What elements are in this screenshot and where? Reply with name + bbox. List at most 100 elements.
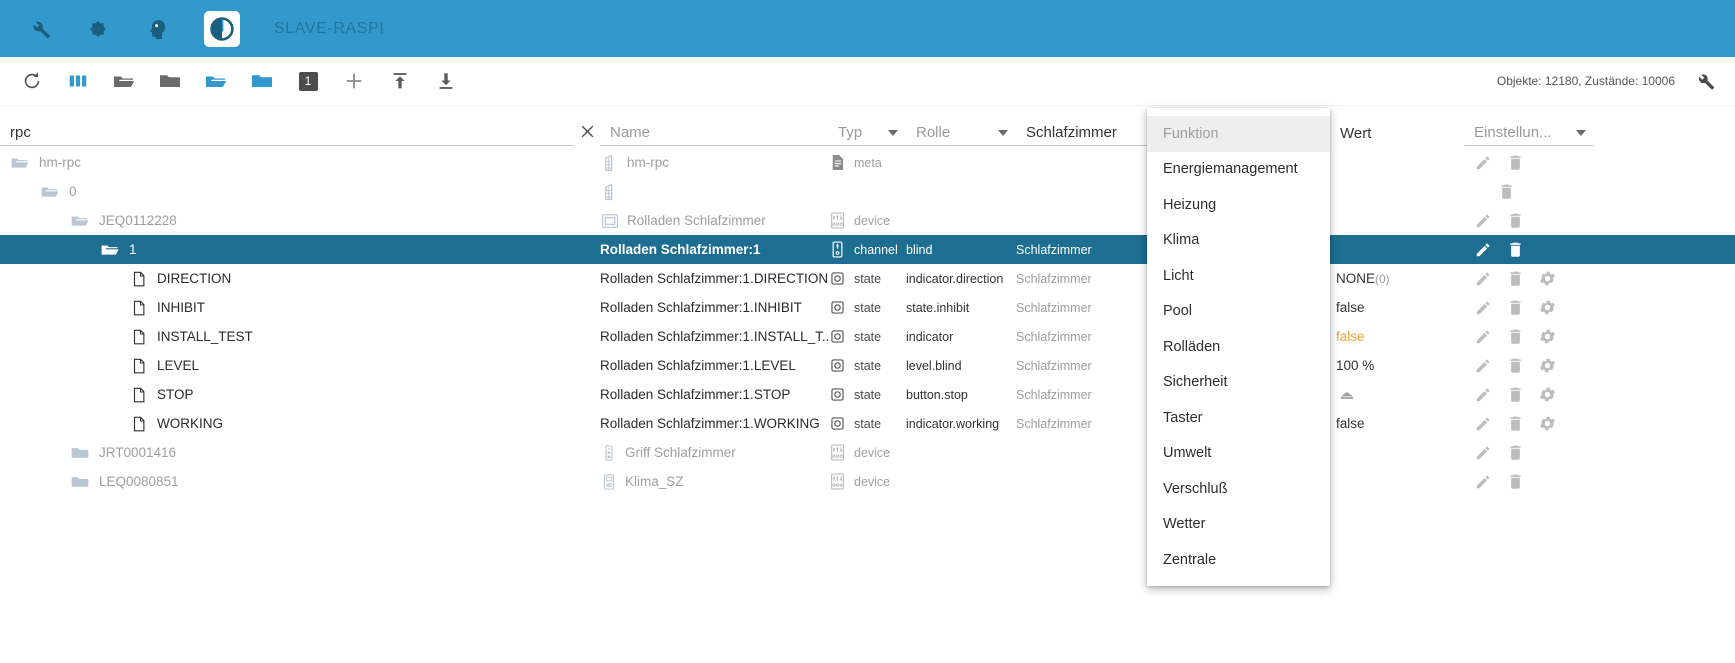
tree-cell[interactable]: LEVEL	[0, 357, 600, 375]
dropdown-item-zentrale[interactable]: Zentrale	[1147, 542, 1330, 578]
dropdown-item-pool[interactable]: Pool	[1147, 294, 1330, 330]
folder-open-icon[interactable]	[40, 182, 60, 202]
filter-einstellungen-placeholder[interactable]: Einstellun...	[1464, 124, 1576, 145]
delete-icon[interactable]	[1497, 182, 1516, 201]
value-cell[interactable]: false	[1336, 329, 1464, 344]
delete-icon[interactable]	[1506, 385, 1525, 404]
filter-raum-value[interactable]: Schlafzimmer	[1016, 124, 1150, 145]
filter-rolle[interactable]: Rolle	[906, 112, 1016, 146]
table-row[interactable]: DIRECTION Rolladen Schlafzimmer:1.DIRECTI…	[0, 264, 1735, 293]
delete-icon[interactable]	[1506, 414, 1525, 433]
table-row[interactable]: JRT0001416 Griff Schlafzimmer device	[0, 438, 1735, 467]
table-row[interactable]: 1 Rolladen Schlafzimmer:1 channel blind Schl…	[0, 235, 1735, 264]
funktion-dropdown-menu[interactable]: Funktion Energiemanagement Heizung Klima Lic…	[1147, 108, 1330, 586]
edit-icon[interactable]	[1474, 414, 1493, 433]
delete-icon[interactable]	[1506, 153, 1525, 172]
edit-icon[interactable]	[1474, 385, 1493, 404]
edit-icon[interactable]	[1474, 269, 1493, 288]
edit-icon[interactable]	[1474, 298, 1493, 317]
delete-icon[interactable]	[1506, 327, 1525, 346]
delete-icon[interactable]	[1506, 240, 1525, 259]
file-icon[interactable]	[130, 299, 148, 317]
brightness-icon[interactable]	[82, 13, 114, 45]
delete-icon[interactable]	[1506, 356, 1525, 375]
folder-closed-icon[interactable]	[70, 443, 90, 463]
value-cell[interactable]: 100 %	[1336, 358, 1464, 373]
settings-icon[interactable]	[1538, 385, 1557, 404]
folder-open-icon[interactable]	[10, 153, 30, 173]
table-row[interactable]: WORKING Rolladen Schlafzimmer:1.WORKING st…	[0, 409, 1735, 438]
dropdown-item-roll-den[interactable]: Rolläden	[1147, 329, 1330, 365]
folder-open-icon[interactable]	[100, 240, 120, 260]
refresh-icon[interactable]	[16, 65, 48, 97]
filter-id-value[interactable]: rpc	[0, 124, 574, 145]
columns-icon[interactable]	[62, 65, 94, 97]
delete-icon[interactable]	[1506, 472, 1525, 491]
settings-icon[interactable]	[1538, 298, 1557, 317]
filter-typ[interactable]: Typ	[828, 112, 906, 146]
edit-icon[interactable]	[1474, 211, 1493, 230]
export-icon[interactable]	[430, 65, 462, 97]
value-cell[interactable]: false	[1336, 416, 1464, 431]
iobroker-logo-icon[interactable]	[204, 10, 240, 47]
dropdown-item-licht[interactable]: Licht	[1147, 258, 1330, 294]
tree-cell[interactable]: INSTALL_TEST	[0, 328, 600, 346]
tree-cell[interactable]: 1	[0, 240, 600, 260]
tree-cell[interactable]: INHIBIT	[0, 299, 600, 317]
dropdown-item-heizung[interactable]: Heizung	[1147, 187, 1330, 223]
edit-icon[interactable]	[1474, 240, 1493, 259]
tree-cell[interactable]: DIRECTION	[0, 270, 600, 288]
folder-closed-blue-icon[interactable]	[246, 65, 278, 97]
dropdown-item-energiemanagement[interactable]: Energiemanagement	[1147, 152, 1330, 188]
tree-cell[interactable]: STOP	[0, 386, 600, 404]
dropdown-item-klima[interactable]: Klima	[1147, 223, 1330, 259]
tree-cell[interactable]: WORKING	[0, 415, 600, 433]
filter-einstellungen[interactable]: Einstellun...	[1464, 112, 1594, 146]
import-icon[interactable]	[384, 65, 416, 97]
tree-cell[interactable]: JRT0001416	[0, 443, 600, 463]
user-head-icon[interactable]	[140, 13, 172, 45]
dropdown-item-wetter[interactable]: Wetter	[1147, 507, 1330, 543]
folder-closed-icon[interactable]	[70, 472, 90, 492]
table-row[interactable]: LEVEL Rolladen Schlafzimmer:1.LEVEL state l…	[0, 351, 1735, 380]
value-cell[interactable]: NONE (0)	[1336, 271, 1464, 286]
add-icon[interactable]	[338, 65, 370, 97]
value-cell[interactable]: false	[1336, 300, 1464, 315]
filter-typ-placeholder[interactable]: Typ	[828, 124, 888, 145]
value-cell[interactable]	[1336, 385, 1464, 405]
chevron-down-icon[interactable]	[1576, 130, 1586, 136]
folder-open-gray-icon[interactable]	[108, 65, 140, 97]
chevron-down-icon[interactable]	[888, 130, 898, 136]
button-press-icon[interactable]	[1336, 385, 1358, 405]
delete-icon[interactable]	[1506, 269, 1525, 288]
table-row[interactable]: LEQ0080851 Klima_SZ device	[0, 467, 1735, 496]
dropdown-item-sicherheit[interactable]: Sicherheit	[1147, 365, 1330, 401]
table-row[interactable]: hm-rpc hm-rpc meta	[0, 148, 1735, 177]
folder-open-icon[interactable]	[70, 211, 90, 231]
filter-name[interactable]: Name	[600, 112, 828, 146]
settings-icon[interactable]	[1538, 269, 1557, 288]
delete-icon[interactable]	[1506, 211, 1525, 230]
table-row[interactable]: STOP Rolladen Schlafzimmer:1.STOP state but…	[0, 380, 1735, 409]
table-row[interactable]: 0	[0, 177, 1735, 206]
table-row[interactable]: JEQ0112228 Rolladen Schlafzimmer device	[0, 206, 1735, 235]
depth-badge[interactable]: 1	[292, 65, 324, 97]
file-icon[interactable]	[130, 357, 148, 375]
folder-open-blue-icon[interactable]	[200, 65, 232, 97]
settings-icon[interactable]	[1538, 327, 1557, 346]
dropdown-item-verschlu-[interactable]: Verschluß	[1147, 471, 1330, 507]
clear-id-icon[interactable]	[574, 118, 600, 144]
file-icon[interactable]	[130, 328, 148, 346]
table-row[interactable]: INHIBIT Rolladen Schlafzimmer:1.INHIBIT st…	[0, 293, 1735, 322]
tree-cell[interactable]: 0	[0, 182, 600, 202]
edit-icon[interactable]	[1474, 356, 1493, 375]
edit-icon[interactable]	[1474, 472, 1493, 491]
table-row[interactable]: INSTALL_TEST Rolladen Schlafzimmer:1.INST…	[0, 322, 1735, 351]
settings-icon[interactable]	[1538, 414, 1557, 433]
edit-icon[interactable]	[1474, 327, 1493, 346]
dropdown-item-taster[interactable]: Taster	[1147, 400, 1330, 436]
delete-icon[interactable]	[1506, 443, 1525, 462]
tree-cell[interactable]: LEQ0080851	[0, 472, 600, 492]
tree-cell[interactable]: JEQ0112228	[0, 211, 600, 231]
file-icon[interactable]	[130, 386, 148, 404]
